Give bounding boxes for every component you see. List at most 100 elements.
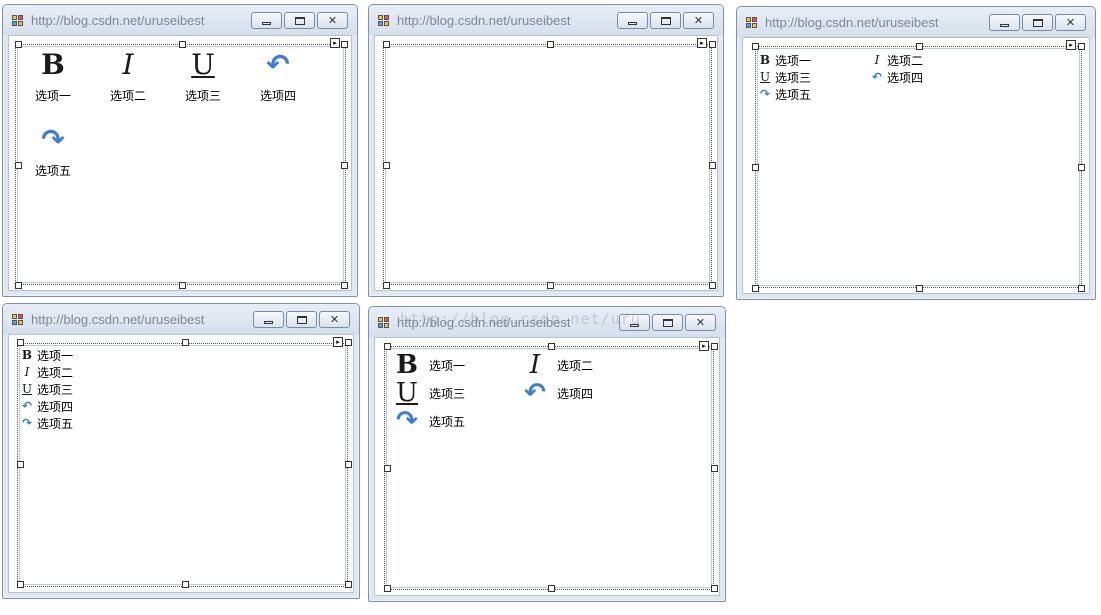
maximize-button[interactable] (286, 311, 317, 328)
resize-handle[interactable] (341, 162, 348, 169)
resize-handle[interactable] (709, 162, 716, 169)
list-item[interactable]: ↷ 选项五 (759, 86, 811, 102)
smart-tag-icon[interactable]: ▸ (330, 38, 340, 48)
listview[interactable]: B 选项一 I 选项二 U 选项三 ↶ 选项四 ↷ 选项五 (17, 343, 348, 587)
close-button[interactable]: ✕ (317, 12, 348, 29)
resize-handle[interactable] (17, 461, 24, 468)
maximize-button[interactable] (1022, 14, 1053, 31)
list-item[interactable]: U 选项三 (759, 69, 811, 85)
minimize-button[interactable] (989, 14, 1020, 31)
resize-handle[interactable] (547, 41, 554, 48)
resize-handle[interactable] (1078, 164, 1085, 171)
resize-handle[interactable] (916, 285, 923, 292)
resize-handle[interactable] (752, 43, 759, 50)
title-bar[interactable]: http://blog.csdn.net/uruseibest ✕ (737, 7, 1095, 37)
smart-tag-icon[interactable]: ▸ (699, 341, 709, 351)
maximize-button[interactable] (652, 314, 683, 331)
list-item[interactable]: U 选项三 (21, 381, 73, 397)
listview[interactable]: B 选项一 I 选项二 U 选项三 ↶ 选项四 ↷ 选项五 (755, 46, 1082, 288)
list-item[interactable]: ↶ 选项四 (523, 380, 593, 406)
list-item[interactable]: B 选项一 (759, 52, 811, 68)
maximize-button[interactable] (284, 12, 315, 29)
bold-icon: B (41, 48, 65, 81)
resize-handle[interactable] (709, 41, 716, 48)
minimize-button[interactable] (619, 314, 650, 331)
title-bar[interactable]: http://blog.csdn.net/uruseibest ✕ (369, 307, 725, 337)
resize-handle[interactable] (182, 339, 189, 346)
resize-handle[interactable] (1078, 285, 1085, 292)
smart-tag-icon[interactable]: ▸ (333, 337, 343, 347)
resize-handle[interactable] (384, 343, 391, 350)
list-item[interactable]: U 选项三 (173, 51, 233, 104)
list-item[interactable]: I 选项二 (21, 364, 73, 380)
smart-tag-icon[interactable]: ▸ (697, 38, 707, 48)
list-item[interactable]: B 选项一 (395, 352, 465, 378)
resize-handle[interactable] (179, 282, 186, 289)
resize-handle[interactable] (384, 585, 391, 592)
resize-handle[interactable] (916, 43, 923, 50)
resize-handle[interactable] (15, 162, 22, 169)
close-button[interactable]: ✕ (1055, 14, 1086, 31)
resize-handle[interactable] (345, 339, 352, 346)
item-label: 选项四 (887, 70, 924, 85)
resize-handle[interactable] (384, 465, 391, 472)
resize-handle[interactable] (548, 585, 555, 592)
resize-handle[interactable] (1078, 43, 1085, 50)
resize-handle[interactable] (383, 162, 390, 169)
resize-handle[interactable] (711, 465, 718, 472)
underline-icon: U (759, 70, 771, 84)
maximize-button[interactable] (650, 12, 681, 29)
list-item[interactable]: I 选项二 (98, 51, 158, 104)
list-item[interactable]: U 选项三 (395, 380, 465, 406)
close-icon: ✕ (327, 14, 338, 27)
resize-handle[interactable] (709, 282, 716, 289)
item-label: 选项五 (775, 87, 812, 102)
title-bar[interactable]: http://blog.csdn.net/uruseibest ✕ (3, 304, 359, 334)
close-button[interactable]: ✕ (685, 314, 716, 331)
resize-handle[interactable] (345, 581, 352, 588)
listview[interactable] (383, 44, 712, 285)
minimize-button[interactable] (253, 311, 284, 328)
resize-handle[interactable] (17, 339, 24, 346)
minimize-icon (630, 323, 639, 327)
undo-icon: ↶ (524, 378, 546, 408)
resize-handle[interactable] (752, 285, 759, 292)
title-bar[interactable]: http://blog.csdn.net/uruseibest ✕ (3, 5, 357, 35)
resize-handle[interactable] (15, 282, 22, 289)
resize-handle[interactable] (711, 343, 718, 350)
minimize-button[interactable] (617, 12, 648, 29)
minimize-icon (1000, 23, 1009, 27)
close-button[interactable]: ✕ (683, 12, 714, 29)
resize-handle[interactable] (752, 164, 759, 171)
form-client-area (374, 35, 718, 291)
list-item[interactable]: ↷ 选项五 (21, 415, 73, 431)
resize-handle[interactable] (383, 41, 390, 48)
list-item[interactable]: B 选项一 (21, 347, 73, 363)
listview[interactable]: B 选项一 I 选项二 U 选项三 ↶ 选项四 ↷ 选项五 (384, 346, 714, 590)
smart-tag-icon[interactable]: ▸ (1066, 40, 1076, 50)
list-item[interactable]: ↶ 选项四 (248, 51, 308, 104)
list-item[interactable]: ↷ 选项五 (23, 126, 83, 179)
minimize-button[interactable] (251, 12, 282, 29)
listview[interactable]: B 选项一 I 选项二 U 选项三 ↶ 选项四 ↷ 选项五 (15, 44, 346, 285)
list-item[interactable]: ↷ 选项五 (395, 408, 465, 434)
resize-handle[interactable] (341, 282, 348, 289)
resize-handle[interactable] (711, 585, 718, 592)
resize-handle[interactable] (547, 282, 554, 289)
list-item[interactable]: B 选项一 (23, 51, 83, 104)
resize-handle[interactable] (182, 581, 189, 588)
list-item[interactable]: ↶ 选项四 (21, 398, 73, 414)
resize-handle[interactable] (17, 581, 24, 588)
list-item[interactable]: I 选项二 (871, 52, 923, 68)
resize-handle[interactable] (383, 282, 390, 289)
title-bar[interactable]: http://blog.csdn.net/uruseibest ✕ (369, 5, 723, 35)
list-item[interactable]: I 选项二 (523, 352, 593, 378)
resize-handle[interactable] (341, 41, 348, 48)
list-item[interactable]: ↶ 选项四 (871, 69, 923, 85)
window-empty: http://blog.csdn.net/uruseibest ✕ ▸ (368, 4, 724, 297)
resize-handle[interactable] (548, 343, 555, 350)
resize-handle[interactable] (345, 461, 352, 468)
resize-handle[interactable] (15, 41, 22, 48)
close-button[interactable]: ✕ (319, 311, 350, 328)
resize-handle[interactable] (179, 41, 186, 48)
